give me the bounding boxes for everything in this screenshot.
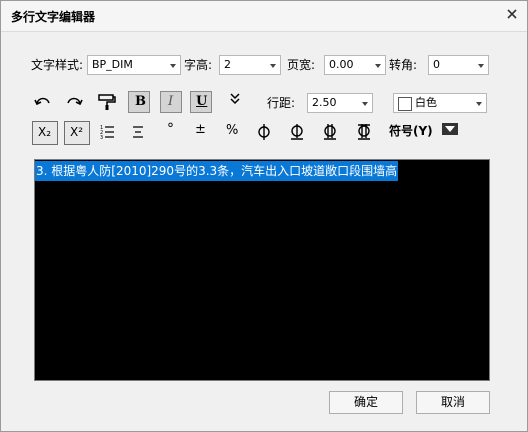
format-painter-button[interactable] <box>96 91 118 113</box>
bold-button[interactable]: B <box>128 91 150 113</box>
line-spacing-select-value: 2.50 <box>312 96 337 109</box>
subscript-button[interactable]: X₂ <box>32 121 58 145</box>
chevron-down-icon <box>476 102 482 106</box>
svg-text:3: 3 <box>100 135 103 141</box>
superscript-label: X² <box>70 125 84 139</box>
angle-select-value: 0 <box>433 58 440 71</box>
line-spacing-label: 行距: <box>267 96 296 110</box>
angle-label: 转角: <box>389 58 418 72</box>
chevron-down-icon <box>170 64 176 68</box>
more-button[interactable] <box>225 89 247 111</box>
undo-icon <box>34 97 50 106</box>
plus-minus-button[interactable]: ± <box>190 121 212 143</box>
numbered-list-icon: 123 <box>100 125 114 141</box>
title-bar: 多行文字编辑器 <box>1 1 527 32</box>
chevron-down-icon <box>270 64 276 68</box>
degree-button[interactable]: ° <box>160 121 182 143</box>
dialog-title: 多行文字编辑器 <box>11 10 96 24</box>
superscript-button[interactable]: X² <box>64 121 90 145</box>
selected-text[interactable]: 3. 根据粤人防[2010]290号的3.3条，汽车出入口坡道敞口段围墙高 <box>35 161 399 181</box>
symbol-menu-label: 符号(Y) <box>389 124 433 138</box>
underline-button[interactable]: U <box>190 91 212 113</box>
close-icon[interactable] <box>505 7 519 21</box>
percent-label: % <box>226 123 239 138</box>
angle-select[interactable]: 0 <box>428 55 489 75</box>
style-select-value: BP_DIM <box>92 58 133 71</box>
width-select-value: 0.00 <box>329 58 354 71</box>
height-label: 字高: <box>184 58 213 72</box>
align-button[interactable] <box>128 121 150 143</box>
numbered-list-button[interactable]: 123 <box>97 121 119 143</box>
underline-label: U <box>196 94 208 109</box>
ok-button[interactable]: 确定 <box>329 391 403 414</box>
symbol-dropdown-button[interactable] <box>442 123 458 135</box>
line-spacing-select[interactable]: 2.50 <box>307 93 373 113</box>
steel-grade-3-icon <box>324 124 336 140</box>
redo-button[interactable] <box>63 91 85 113</box>
style-select[interactable]: BP_DIM <box>87 55 181 75</box>
bold-label: B <box>135 94 146 109</box>
chevron-down-icon <box>375 64 381 68</box>
height-select[interactable]: 2 <box>219 55 281 75</box>
undo-button[interactable] <box>32 91 54 113</box>
dialog-window: 多行文字编辑器 文字样式: BP_DIM 字高: 2 页宽: 0.00 转角: … <box>0 0 528 432</box>
chevron-down-icon <box>478 64 484 68</box>
text-editor[interactable]: 3. 根据粤人防[2010]290号的3.3条，汽车出入口坡道敞口段围墙高 <box>34 159 490 381</box>
steel-grade-3-button[interactable] <box>319 121 341 143</box>
width-select[interactable]: 0.00 <box>324 55 386 75</box>
degree-label: ° <box>167 121 174 137</box>
steel-grade-2-icon <box>291 124 303 140</box>
steel-grade-4-icon <box>358 124 370 140</box>
format-painter-icon <box>98 94 116 110</box>
steel-grade-4-button[interactable] <box>353 121 375 143</box>
color-swatch <box>398 97 412 111</box>
diameter-button[interactable] <box>253 121 275 143</box>
cancel-button[interactable]: 取消 <box>416 391 490 414</box>
italic-button[interactable]: I <box>160 91 182 113</box>
redo-icon <box>67 97 83 106</box>
double-chevron-down-icon <box>230 93 240 105</box>
color-select[interactable]: 白色 <box>393 93 487 113</box>
plus-minus-label: ± <box>195 122 206 137</box>
percent-button[interactable]: % <box>222 121 244 143</box>
steel-grade-2-button[interactable] <box>286 121 308 143</box>
subscript-label: X₂ <box>38 125 52 139</box>
chevron-down-icon <box>362 102 368 106</box>
align-icon <box>133 126 143 138</box>
color-select-value: 白色 <box>415 96 437 109</box>
diameter-icon <box>258 124 270 140</box>
italic-label: I <box>168 94 174 109</box>
style-label: 文字样式: <box>31 58 84 72</box>
triangle-down-icon <box>445 126 455 132</box>
width-label: 页宽: <box>287 58 316 72</box>
height-select-value: 2 <box>224 58 231 71</box>
